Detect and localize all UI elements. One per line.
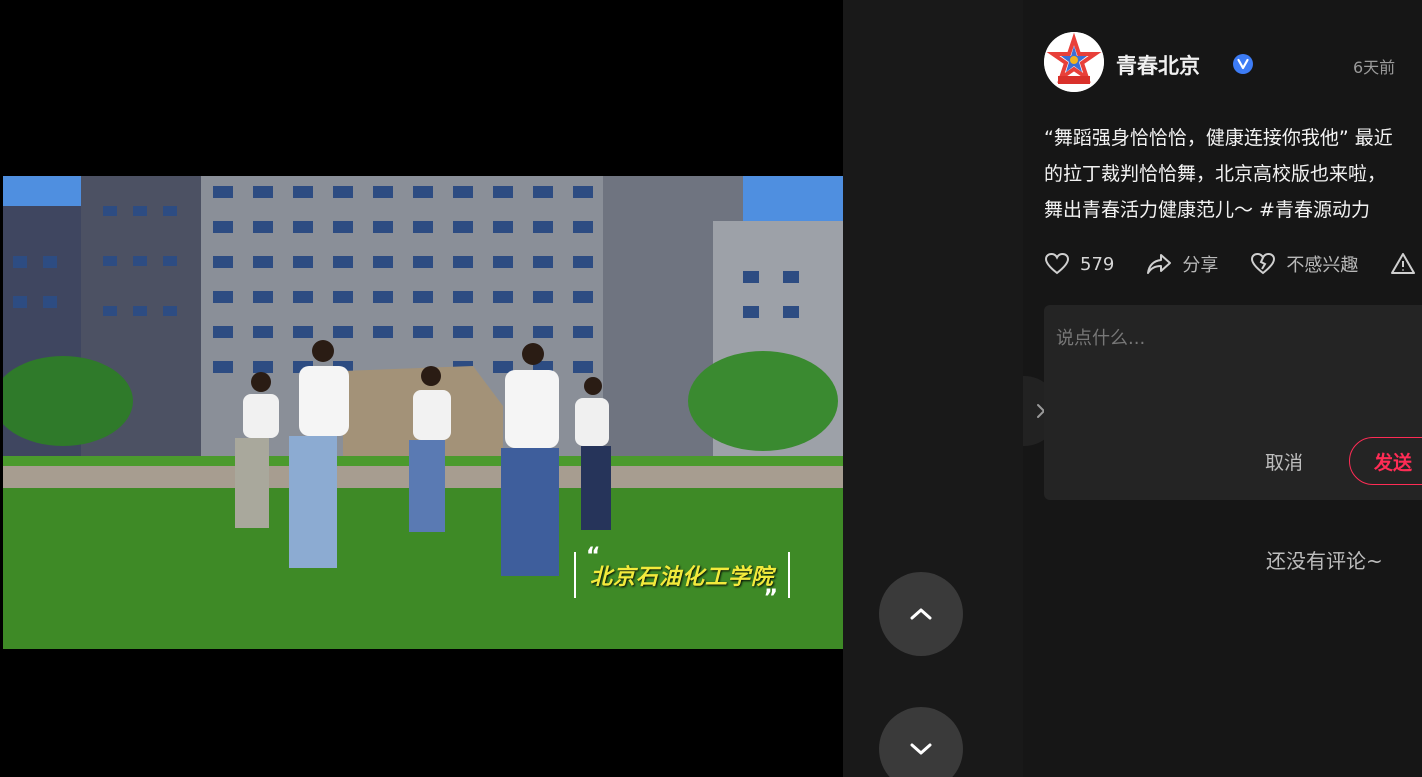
hashtag-link[interactable]: #青春源动力: [1259, 199, 1370, 221]
comment-input[interactable]: [1056, 323, 1416, 353]
post-text-fragment: 舞出青春活力健康范儿～: [1044, 199, 1260, 221]
cancel-button[interactable]: 取消: [1265, 448, 1303, 475]
caption-quote-open: “: [586, 544, 601, 569]
author-avatar[interactable]: [1044, 32, 1104, 92]
avatar-logo-icon: [1044, 32, 1104, 92]
previous-video-button[interactable]: [879, 572, 963, 656]
share-label: 分享: [1182, 255, 1219, 276]
next-video-button[interactable]: [879, 707, 963, 777]
post-text-line: 的拉丁裁判恰恰舞，北京高校版也来啦，: [1044, 163, 1387, 185]
post-description: “舞蹈强身恰恰恰，健康连接你我他” 最近 的拉丁裁判恰恰舞，北京高校版也来啦， …: [1044, 120, 1422, 228]
report-button[interactable]: [1390, 251, 1422, 277]
like-button[interactable]: 579: [1044, 251, 1114, 277]
caption-quote-close: ”: [763, 586, 779, 611]
video-player[interactable]: “ 北京石油化工学院 ”: [0, 0, 843, 777]
chevron-down-icon: [910, 743, 932, 755]
comment-box: 取消 发送: [1044, 305, 1422, 500]
post-text-line: “舞蹈强身恰恰恰，健康连接你我他” 最近: [1044, 127, 1393, 149]
post-side-panel: 青春北京 6天前 “舞蹈强身恰恰恰，健康连接你我他” 最近 的拉丁裁判恰恰舞，北…: [1023, 0, 1422, 777]
author-row: 青春北京 6天前: [1044, 32, 1422, 94]
not-interested-button[interactable]: 不感兴趣: [1250, 251, 1358, 277]
empty-comments-message: 还没有评论~: [1266, 549, 1383, 573]
share-icon: [1147, 254, 1172, 274]
broken-heart-icon: [1251, 252, 1276, 275]
video-caption: “ 北京石油化工学院 ”: [574, 546, 791, 610]
like-count: 579: [1080, 253, 1115, 275]
author-name[interactable]: 青春北京: [1116, 50, 1200, 80]
caption-text: 北京石油化工学院: [590, 565, 775, 590]
not-interested-label: 不感兴趣: [1286, 255, 1359, 276]
chevron-up-icon: [910, 608, 932, 620]
share-button[interactable]: 分享: [1146, 251, 1218, 277]
warning-icon: [1391, 253, 1416, 274]
post-actions: 579 分享 不感兴趣: [1044, 248, 1422, 280]
video-nav-strip: [843, 0, 1023, 777]
heart-icon: [1044, 252, 1070, 275]
verified-badge-icon: [1233, 54, 1253, 74]
send-button[interactable]: 发送: [1349, 437, 1422, 485]
post-time: 6天前: [1353, 58, 1396, 77]
post-text-line: 舞出青春活力健康范儿～ #青春源动力: [1044, 192, 1422, 228]
